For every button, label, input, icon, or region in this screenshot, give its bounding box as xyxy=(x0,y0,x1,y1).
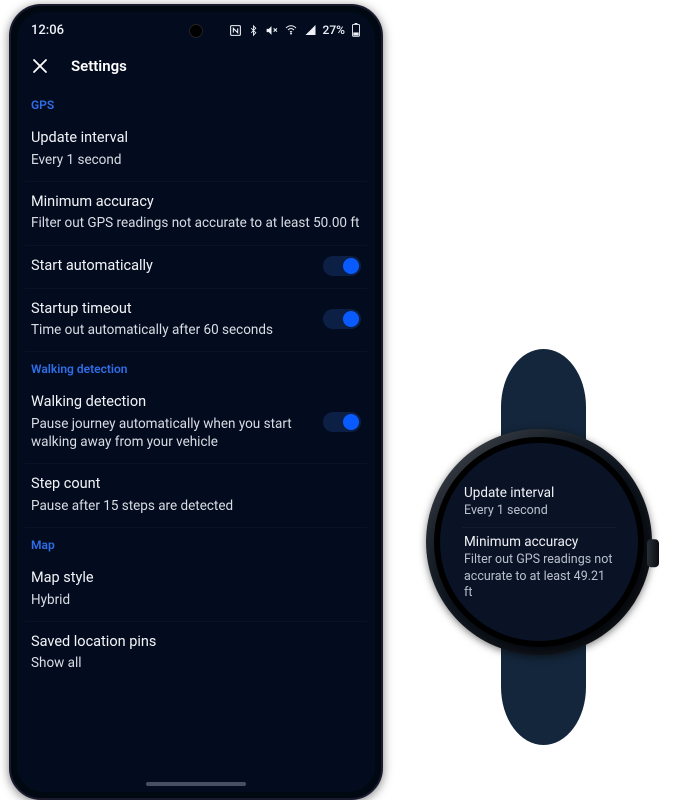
setting-map-style[interactable]: Map style Hybrid xyxy=(25,558,367,622)
status-icons: 27% xyxy=(229,23,361,37)
setting-saved-pins[interactable]: Saved location pins Show all xyxy=(25,622,367,685)
setting-title: Minimum accuracy xyxy=(31,192,361,212)
wifi-icon xyxy=(284,24,298,36)
setting-step-count[interactable]: Step count Pause after 15 steps are dete… xyxy=(25,464,367,528)
phone-frame: 12:06 27% xyxy=(9,4,383,800)
section-header-walking: Walking detection xyxy=(25,352,367,382)
watch-sub: Every 1 second xyxy=(464,503,614,519)
setting-title: Start automatically xyxy=(31,256,315,276)
setting-sub: Time out automatically after 60 seconds xyxy=(31,321,315,339)
mute-icon xyxy=(265,24,278,37)
toggle-startup-timeout[interactable] xyxy=(323,309,361,329)
toggle-walking-detection[interactable] xyxy=(323,412,361,432)
settings-list[interactable]: GPS Update interval Every 1 second Minim… xyxy=(17,88,375,705)
setting-title: Saved location pins xyxy=(31,632,361,652)
setting-sub: Hybrid xyxy=(31,591,361,609)
setting-title: Update interval xyxy=(31,128,361,148)
setting-sub: Every 1 second xyxy=(31,151,361,169)
watch-frame: Update interval Every 1 second Minimum a… xyxy=(426,429,652,655)
page-title: Settings xyxy=(71,57,127,75)
status-time: 12:06 xyxy=(31,23,64,38)
watch-title: Update interval xyxy=(464,485,614,501)
setting-sub: Filter out GPS readings not accurate to … xyxy=(31,214,361,232)
home-indicator[interactable] xyxy=(146,782,246,786)
setting-title: Map style xyxy=(31,568,361,588)
signal-icon xyxy=(304,24,317,36)
app-bar: Settings xyxy=(17,44,375,88)
setting-start-automatically[interactable]: Start automatically xyxy=(25,246,367,289)
watch-setting-min-accuracy[interactable]: Minimum accuracy Filter out GPS readings… xyxy=(462,528,616,609)
bluetooth-icon xyxy=(248,24,259,37)
setting-title: Walking detection xyxy=(31,392,315,412)
section-header-map: Map xyxy=(25,528,367,558)
setting-title: Startup timeout xyxy=(31,299,315,319)
setting-update-interval[interactable]: Update interval Every 1 second xyxy=(25,118,367,182)
nfc-icon xyxy=(229,24,242,37)
setting-startup-timeout[interactable]: Startup timeout Time out automatically a… xyxy=(25,289,367,353)
setting-title: Step count xyxy=(31,474,361,494)
section-header-gps: GPS xyxy=(25,88,367,118)
watch-screen[interactable]: Update interval Every 1 second Minimum a… xyxy=(434,437,644,647)
watch-sub: Filter out GPS readings not accurate to … xyxy=(464,552,614,601)
setting-sub: Pause journey automatically when you sta… xyxy=(31,415,315,451)
watch-title: Minimum accuracy xyxy=(464,534,614,550)
setting-walking-detection[interactable]: Walking detection Pause journey automati… xyxy=(25,382,367,464)
phone-screen: 12:06 27% xyxy=(17,12,375,792)
watch-crown[interactable] xyxy=(647,539,659,567)
setting-min-accuracy[interactable]: Minimum accuracy Filter out GPS readings… xyxy=(25,182,367,246)
battery-icon xyxy=(351,23,361,37)
battery-text: 27% xyxy=(323,23,345,37)
setting-sub: Show all xyxy=(31,654,361,672)
close-icon[interactable] xyxy=(31,57,49,75)
watch-setting-update-interval[interactable]: Update interval Every 1 second xyxy=(462,479,616,528)
setting-sub: Pause after 15 steps are detected xyxy=(31,497,361,515)
toggle-start-automatically[interactable] xyxy=(323,256,361,276)
camera-hole xyxy=(189,24,203,38)
